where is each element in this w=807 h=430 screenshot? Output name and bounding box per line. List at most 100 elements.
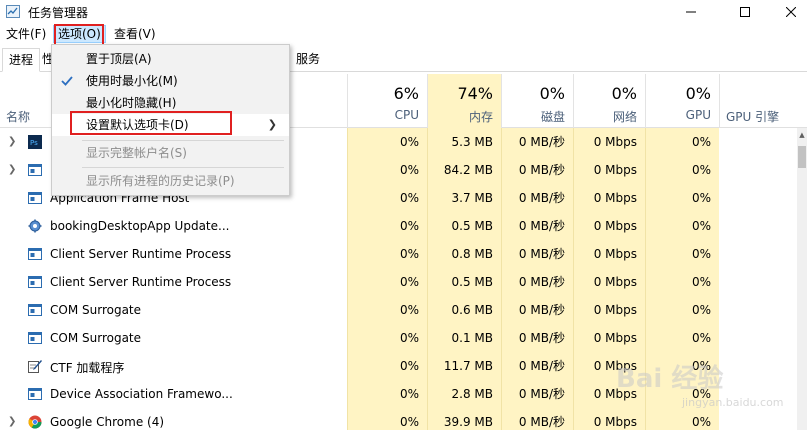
- column-header-disk[interactable]: 0% 磁盘: [501, 74, 573, 128]
- cell-network: 0 Mbps: [573, 184, 645, 212]
- cell-memory: 5.3 MB: [427, 128, 501, 156]
- process-name: COM Surrogate: [50, 303, 142, 317]
- cell-cpu: 0%: [347, 352, 427, 380]
- menu-file[interactable]: 文件(F): [2, 25, 50, 43]
- cell-gpu: 0%: [645, 240, 719, 268]
- minimize-button[interactable]: [668, 0, 714, 24]
- photoshop-icon: Ps: [28, 135, 42, 149]
- process-name: CTF 加载程序: [50, 361, 125, 375]
- expand-chevron-icon[interactable]: ❯: [8, 136, 16, 147]
- column-header-memory[interactable]: 74% 内存: [427, 74, 501, 128]
- cell-gpu: 0%: [645, 296, 719, 324]
- gpu-engine-label: GPU 引擎: [726, 110, 780, 124]
- window-app-icon: [28, 192, 42, 204]
- cell-disk: 0 MB/秒: [501, 184, 573, 212]
- process-name: bookingDesktopApp Update...: [50, 219, 230, 233]
- cell-memory: 84.2 MB: [427, 156, 501, 184]
- table-row[interactable]: ❯ Google Chrome (4) 0% 39.9 MB 0 MB/秒 0 …: [0, 408, 797, 430]
- cell-memory: 11.7 MB: [427, 352, 501, 380]
- memory-total-percent: 74%: [457, 84, 493, 103]
- process-name: Client Server Runtime Process: [50, 247, 232, 261]
- watermark-url: jingyan.baidu.com: [682, 396, 784, 409]
- cell-network: 0 Mbps: [573, 296, 645, 324]
- menu-item-minimize-on-use[interactable]: 使用时最小化(M): [52, 70, 289, 92]
- tab-processes[interactable]: 进程: [2, 48, 41, 72]
- cell-cpu: 0%: [347, 296, 427, 324]
- column-header-cpu[interactable]: 6% CPU: [347, 74, 427, 128]
- cell-network: 0 Mbps: [573, 324, 645, 352]
- table-row[interactable]: bookingDesktopApp Update... 0% 0.5 MB 0 …: [0, 212, 797, 240]
- column-header-gpu-engine[interactable]: GPU 引擎: [719, 74, 797, 128]
- network-total-percent: 0%: [611, 84, 637, 103]
- close-button[interactable]: [768, 0, 807, 24]
- submenu-arrow-icon: ❯: [267, 118, 277, 131]
- cell-memory: 0.5 MB: [427, 268, 501, 296]
- memory-label: 内存: [468, 110, 493, 124]
- menu-item-show-history-all-processes: 显示所有进程的历史记录(P): [86, 174, 235, 188]
- column-header-gpu[interactable]: 0% GPU: [645, 74, 719, 128]
- scroll-up-arrow-icon[interactable]: ▲: [797, 128, 807, 142]
- menu-item-always-on-top[interactable]: 置于顶层(A): [52, 48, 289, 70]
- cell-cpu: 0%: [347, 268, 427, 296]
- window-app-icon: [28, 332, 42, 344]
- process-name: COM Surrogate: [50, 331, 142, 345]
- table-row[interactable]: Client Server Runtime Process 0% 0.8 MB …: [0, 240, 797, 268]
- cell-disk: 0 MB/秒: [501, 240, 573, 268]
- cell-disk: 0 MB/秒: [501, 156, 573, 184]
- watermark: Bai 经验: [616, 364, 724, 394]
- cell-cpu: 0%: [347, 184, 427, 212]
- cell-disk: 0 MB/秒: [501, 352, 573, 380]
- cell-disk: 0 MB/秒: [501, 380, 573, 408]
- task-manager-icon: [6, 5, 20, 18]
- cell-network: 0 Mbps: [573, 240, 645, 268]
- cell-memory: 0.8 MB: [427, 240, 501, 268]
- cell-network: 0 Mbps: [573, 128, 645, 156]
- table-row[interactable]: COM Surrogate 0% 0.6 MB 0 MB/秒 0 Mbps 0%: [0, 296, 797, 324]
- svg-text:Ps: Ps: [30, 139, 38, 147]
- cell-network: 0 Mbps: [573, 268, 645, 296]
- table-row[interactable]: COM Surrogate 0% 0.1 MB 0 MB/秒 0 Mbps 0%: [0, 324, 797, 352]
- process-name: Client Server Runtime Process: [50, 275, 232, 289]
- cell-network: 0 Mbps: [573, 212, 645, 240]
- highlight-box-options-menu: [54, 24, 104, 46]
- cell-gpu: 0%: [645, 408, 719, 430]
- maximize-button[interactable]: [722, 0, 768, 24]
- table-row[interactable]: Client Server Runtime Process 0% 0.5 MB …: [0, 268, 797, 296]
- cell-cpu: 0%: [347, 240, 427, 268]
- cell-disk: 0 MB/秒: [501, 408, 573, 430]
- vertical-scrollbar[interactable]: ▲: [797, 128, 807, 430]
- cell-memory: 3.7 MB: [427, 184, 501, 212]
- window-title: 任务管理器: [28, 6, 89, 20]
- menu-view[interactable]: 查看(V): [110, 25, 160, 43]
- network-label: 网络: [612, 110, 637, 124]
- checkmark-icon: [61, 76, 73, 86]
- pen-edit-icon: [28, 360, 42, 373]
- gear-icon: [28, 219, 42, 233]
- cell-memory: 39.9 MB: [427, 408, 501, 430]
- column-header-network[interactable]: 0% 网络: [573, 74, 645, 128]
- tab-services[interactable]: 服务: [290, 48, 326, 72]
- expand-chevron-icon[interactable]: ❯: [8, 164, 16, 175]
- menu-separator: [82, 140, 284, 141]
- close-icon: [786, 7, 796, 17]
- cpu-label: CPU: [394, 108, 419, 122]
- chrome-icon: [28, 415, 42, 429]
- column-header-name[interactable]: 名称: [6, 108, 30, 125]
- cell-cpu: 0%: [347, 212, 427, 240]
- cell-disk: 0 MB/秒: [501, 268, 573, 296]
- expand-chevron-icon[interactable]: ❯: [8, 416, 16, 427]
- scroll-thumb[interactable]: [798, 146, 806, 168]
- disk-label: 磁盘: [540, 110, 565, 124]
- cell-gpu: 0%: [645, 184, 719, 212]
- cell-disk: 0 MB/秒: [501, 128, 573, 156]
- cell-cpu: 0%: [347, 324, 427, 352]
- highlight-box-set-default-tab: [70, 111, 232, 135]
- menu-separator: [82, 167, 284, 168]
- disk-total-percent: 0%: [539, 84, 565, 103]
- cell-cpu: 0%: [347, 128, 427, 156]
- process-name: Google Chrome (4): [50, 415, 165, 429]
- menu-item-show-full-account-name: 显示完整帐户名(S): [86, 146, 187, 160]
- title-bar: 任务管理器: [0, 0, 807, 24]
- gpu-label: GPU: [685, 108, 711, 122]
- cell-memory: 0.6 MB: [427, 296, 501, 324]
